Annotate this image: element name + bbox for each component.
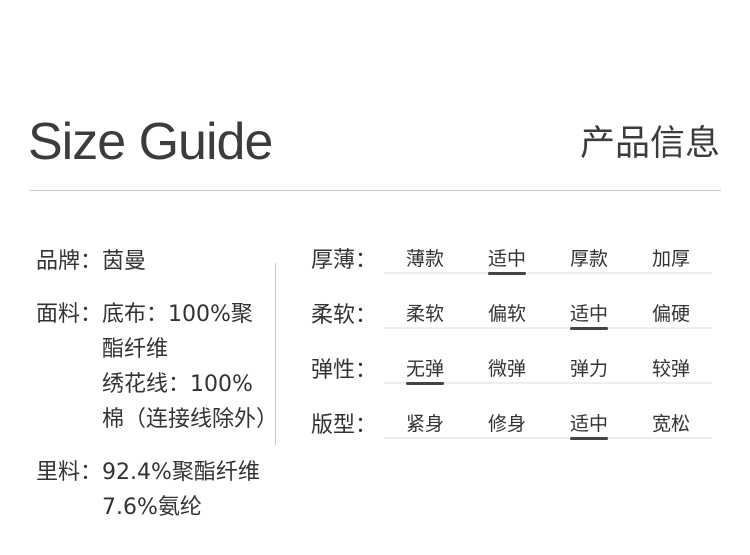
option-softness-2: 偏软 <box>488 303 527 325</box>
option-elasticity-3: 弹力 <box>570 358 609 380</box>
option-elasticity-4: 较弹 <box>652 358 691 380</box>
page-title: Size Guide <box>28 113 273 171</box>
thickness-label: 厚薄： <box>311 248 378 273</box>
option-softness-1: 柔软 <box>406 303 445 325</box>
lining-value: 92.4%聚酯纤维 7.6%氨纶 <box>102 460 260 520</box>
lining-row: 里料： 92.4%聚酯纤维 7.6%氨纶 <box>36 455 272 525</box>
option-thickness-4: 加厚 <box>652 248 691 270</box>
softness-row: 柔软： 柔软 偏软 适中 偏硬 <box>311 299 716 354</box>
option-thickness-3: 厚款 <box>570 248 609 270</box>
section-title: 产品信息 <box>579 124 720 164</box>
fabric-base-value: 底布：100%聚酯纤维 <box>102 302 253 362</box>
header-divider <box>30 190 721 191</box>
option-fit-4: 宽松 <box>652 413 691 435</box>
lining-values: 92.4%聚酯纤维 7.6%氨纶 <box>102 455 272 525</box>
fabric-thread-value: 绣花线：100%棉（连接线除外） <box>102 372 279 432</box>
option-thickness-2: 适中 <box>488 248 527 275</box>
brand-label: 品牌： <box>36 249 103 274</box>
option-fit-2: 修身 <box>488 413 527 435</box>
brand-values: 茵曼 <box>102 244 272 279</box>
option-elasticity-2: 微弹 <box>488 358 527 380</box>
brand-row: 品牌： 茵曼 <box>36 244 272 279</box>
option-thickness-1: 薄款 <box>406 248 445 270</box>
product-info-list: 品牌： 茵曼 面料： 底布：100%聚酯纤维 绣花线：100%棉（连接线除外） … <box>36 244 279 543</box>
brand-value: 茵曼 <box>102 249 147 274</box>
fabric-row: 面料： 底布：100%聚酯纤维 绣花线：100%棉（连接线除外） <box>36 297 279 437</box>
lining-label: 里料： <box>36 460 103 485</box>
column-divider <box>275 263 276 445</box>
option-softness-4: 偏硬 <box>652 303 691 325</box>
elasticity-row: 弹性： 无弹 微弹 弹力 较弹 <box>311 354 716 409</box>
fabric-values: 底布：100%聚酯纤维 绣花线：100%棉（连接线除外） <box>102 297 279 437</box>
option-fit-1: 紧身 <box>406 413 445 435</box>
scale-line <box>384 437 712 439</box>
option-softness-3: 适中 <box>570 303 609 330</box>
scale-line <box>384 327 712 329</box>
option-fit-3: 适中 <box>570 413 609 440</box>
scale-line <box>384 272 712 274</box>
thickness-row: 厚薄： 薄款 适中 厚款 加厚 <box>311 244 716 299</box>
fit-label: 版型： <box>311 413 378 438</box>
attribute-scales: 厚薄： 薄款 适中 厚款 加厚 柔软： 柔软 偏软 适中 偏硬 弹性： 无弹 微… <box>311 244 716 464</box>
elasticity-label: 弹性： <box>311 358 378 383</box>
fabric-label: 面料： <box>36 302 103 327</box>
fit-row: 版型： 紧身 修身 适中 宽松 <box>311 409 716 464</box>
softness-label: 柔软： <box>311 303 378 328</box>
option-elasticity-1: 无弹 <box>406 358 445 385</box>
